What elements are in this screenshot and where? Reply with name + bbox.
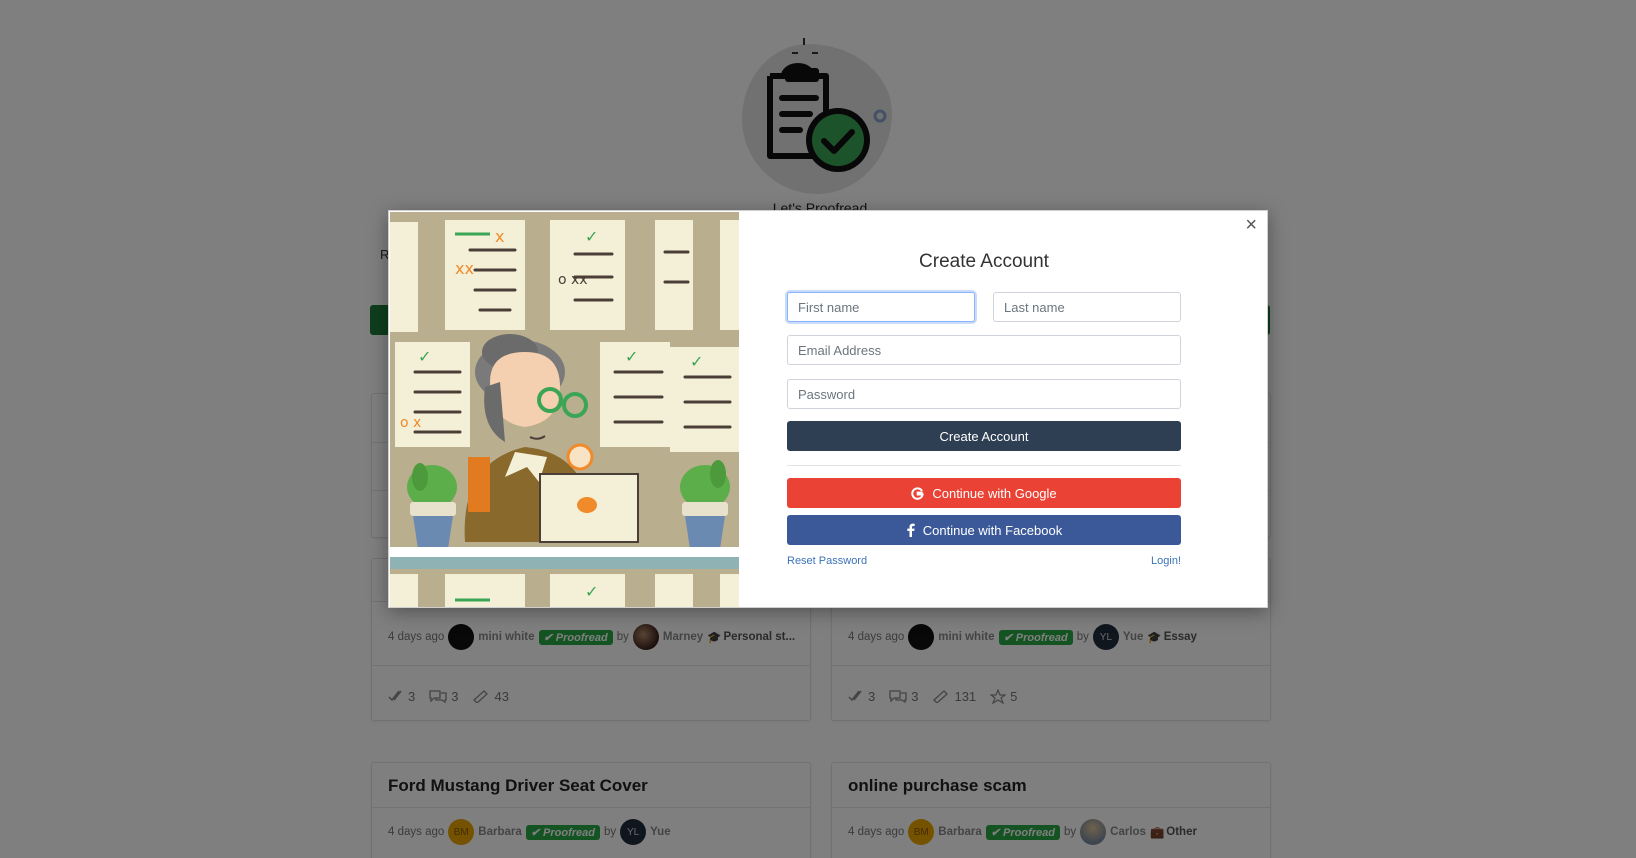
- svg-text:xx: xx: [455, 259, 474, 278]
- password-input[interactable]: [787, 379, 1181, 409]
- svg-text:✓: ✓: [625, 347, 638, 366]
- svg-text:o x: o x: [400, 415, 421, 431]
- close-modal-button[interactable]: ×: [1245, 215, 1257, 235]
- google-button-label: Continue with Google: [932, 485, 1057, 501]
- google-signin-button[interactable]: Continue with Google: [787, 478, 1181, 508]
- create-account-button[interactable]: Create Account: [787, 421, 1181, 451]
- desk-top: [390, 547, 739, 557]
- facebook-signin-button[interactable]: Continue with Facebook: [787, 515, 1181, 545]
- last-name-input[interactable]: [993, 292, 1181, 322]
- proofreader-illustration: x xx ✓ o xx ✓ ✓ ✓ o x ✓: [390, 212, 739, 607]
- svg-text:✓: ✓: [585, 227, 598, 246]
- create-account-modal: x xx ✓ o xx ✓ ✓ ✓ o x ✓ Create Account F…: [388, 210, 1268, 608]
- svg-text:✓: ✓: [418, 347, 431, 366]
- facebook-button-label: Continue with Facebook: [922, 522, 1063, 538]
- apple-logo-shape: [577, 497, 597, 513]
- facebook-icon: [907, 523, 915, 537]
- form-divider: [787, 465, 1181, 466]
- proofreader-illustration-art: x xx ✓ o xx ✓ ✓ ✓ o x ✓: [390, 212, 739, 607]
- svg-text:o xx: o xx: [558, 272, 588, 288]
- google-icon: [911, 486, 925, 500]
- email-input[interactable]: [787, 335, 1181, 365]
- login-link[interactable]: Login!: [1151, 555, 1181, 567]
- modal-title: Create Account: [919, 251, 1049, 272]
- svg-text:✓: ✓: [690, 352, 703, 371]
- reset-password-link[interactable]: Reset Password: [787, 555, 867, 567]
- svg-text:✓: ✓: [585, 582, 598, 601]
- desk-edge: [390, 557, 739, 569]
- first-name-input[interactable]: [787, 292, 975, 322]
- svg-text:x: x: [495, 227, 504, 246]
- create-account-form: Create Account Create Account Continue w…: [787, 211, 1181, 607]
